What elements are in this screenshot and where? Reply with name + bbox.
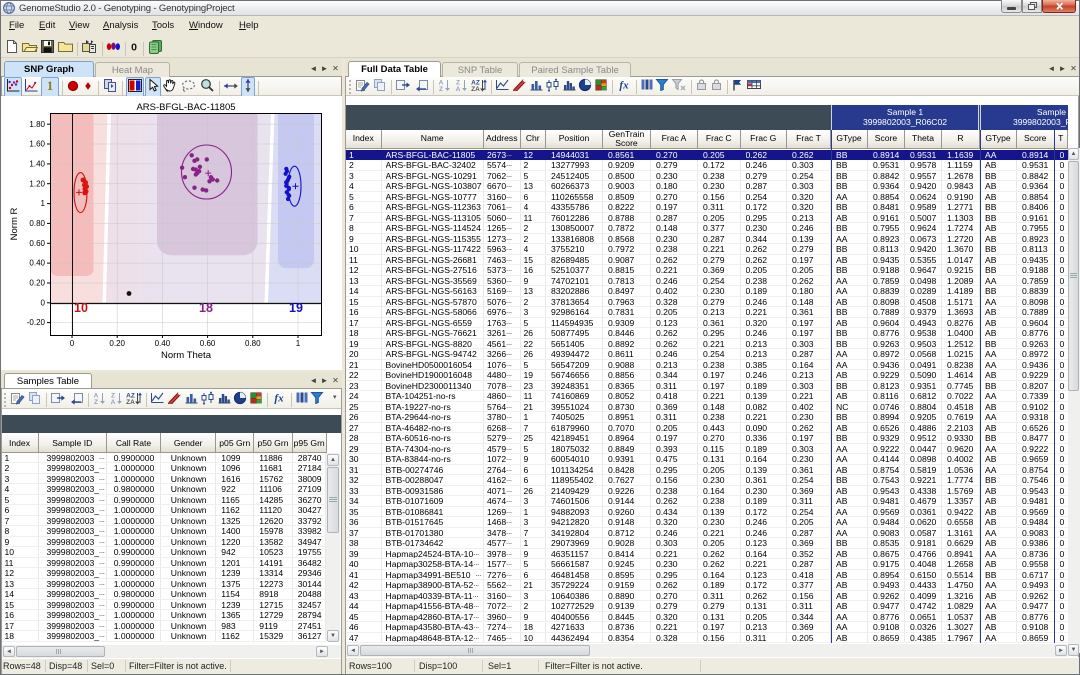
svg-text:Norm Theta: Norm Theta: [161, 350, 212, 361]
svg-text:0.80: 0.80: [29, 219, 45, 228]
svg-text:0.20: 0.20: [29, 279, 45, 288]
svg-text:1: 1: [46, 78, 53, 93]
svg-text:0.60: 0.60: [200, 339, 216, 348]
svg-text:1: 1: [41, 199, 46, 208]
svg-text:1: 1: [296, 339, 301, 348]
svg-text:Z: Z: [439, 86, 443, 92]
svg-text:1.80: 1.80: [29, 120, 45, 129]
svg-text:fx: fx: [274, 393, 284, 405]
svg-text:1.40: 1.40: [29, 160, 45, 169]
svg-text:Norm R: Norm R: [9, 208, 20, 241]
svg-text:ARS-BFGL-BAC-11805: ARS-BFGL-BAC-11805: [136, 102, 235, 113]
svg-text:19: 19: [289, 301, 303, 315]
svg-text:10: 10: [74, 301, 88, 315]
svg-text:0.40: 0.40: [155, 339, 171, 348]
svg-text:0.40: 0.40: [29, 259, 45, 268]
svg-text:0: 0: [70, 339, 75, 348]
svg-text:A: A: [456, 86, 461, 92]
svg-text:0.80: 0.80: [245, 339, 261, 348]
svg-text:0: 0: [131, 41, 137, 53]
svg-text:ZA: ZA: [471, 86, 480, 92]
svg-text:1.60: 1.60: [29, 140, 45, 149]
svg-text:0: 0: [41, 298, 46, 307]
svg-text:Z: Z: [94, 399, 98, 405]
svg-text:fx: fx: [619, 80, 629, 92]
svg-text:ZA: ZA: [126, 399, 135, 405]
svg-text:0.60: 0.60: [29, 239, 45, 248]
svg-text:A: A: [111, 399, 116, 405]
svg-text:1.20: 1.20: [29, 179, 45, 188]
svg-text:0.20: 0.20: [109, 339, 125, 348]
svg-text:18: 18: [199, 301, 213, 315]
svg-text:-0.20: -0.20: [27, 318, 46, 327]
